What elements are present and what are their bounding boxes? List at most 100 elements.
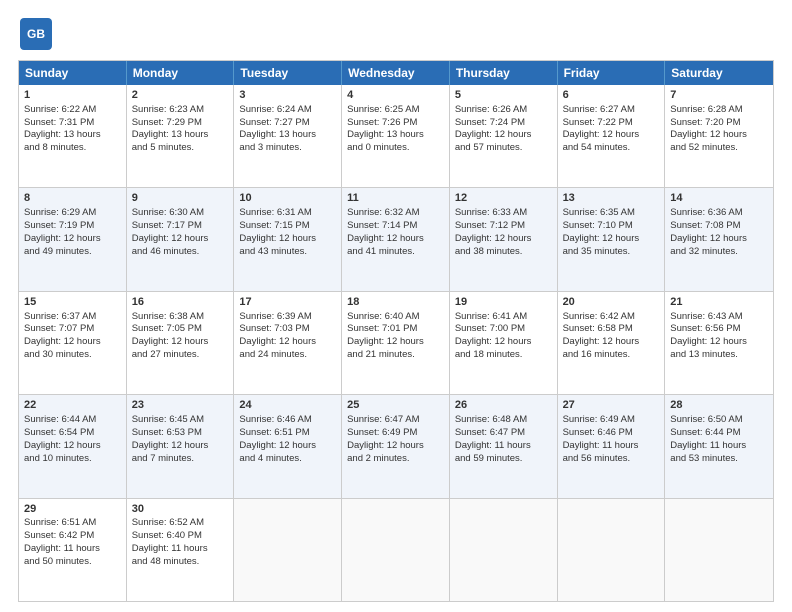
calendar-cell: 10Sunrise: 6:31 AMSunset: 7:15 PMDayligh… [234, 188, 342, 290]
day-info: and 27 minutes. [132, 349, 229, 362]
calendar-header: SundayMondayTuesdayWednesdayThursdayFrid… [19, 61, 773, 85]
day-number: 29 [24, 502, 121, 517]
header: GB [18, 16, 774, 52]
calendar-week-row: 15Sunrise: 6:37 AMSunset: 7:07 PMDayligh… [19, 291, 773, 394]
day-info: Sunrise: 6:26 AM [455, 104, 552, 117]
day-info: Sunset: 7:24 PM [455, 117, 552, 130]
day-info: Sunset: 7:22 PM [563, 117, 660, 130]
day-info: Daylight: 11 hours [24, 543, 121, 556]
day-info: and 50 minutes. [24, 556, 121, 569]
calendar-cell: 14Sunrise: 6:36 AMSunset: 7:08 PMDayligh… [665, 188, 773, 290]
calendar-cell: 8Sunrise: 6:29 AMSunset: 7:19 PMDaylight… [19, 188, 127, 290]
day-info: Sunrise: 6:51 AM [24, 517, 121, 530]
calendar-cell [558, 499, 666, 601]
day-number: 10 [239, 191, 336, 206]
day-number: 22 [24, 398, 121, 413]
day-info: Sunset: 7:01 PM [347, 323, 444, 336]
day-info: Sunset: 6:54 PM [24, 427, 121, 440]
weekday-header: Thursday [450, 61, 558, 85]
day-info: Daylight: 12 hours [132, 336, 229, 349]
day-number: 25 [347, 398, 444, 413]
day-number: 7 [670, 88, 768, 103]
calendar-week-row: 8Sunrise: 6:29 AMSunset: 7:19 PMDaylight… [19, 187, 773, 290]
day-info: Sunset: 6:58 PM [563, 323, 660, 336]
day-info: Sunset: 7:00 PM [455, 323, 552, 336]
day-number: 19 [455, 295, 552, 310]
day-info: Daylight: 12 hours [347, 233, 444, 246]
day-info: Daylight: 12 hours [455, 233, 552, 246]
day-info: Sunset: 7:10 PM [563, 220, 660, 233]
day-number: 2 [132, 88, 229, 103]
weekday-header: Tuesday [234, 61, 342, 85]
day-info: Sunrise: 6:28 AM [670, 104, 768, 117]
weekday-header: Wednesday [342, 61, 450, 85]
day-info: Daylight: 12 hours [132, 233, 229, 246]
calendar-cell: 29Sunrise: 6:51 AMSunset: 6:42 PMDayligh… [19, 499, 127, 601]
day-info: Daylight: 12 hours [239, 336, 336, 349]
day-info: and 54 minutes. [563, 142, 660, 155]
day-info: and 8 minutes. [24, 142, 121, 155]
day-info: Daylight: 11 hours [455, 440, 552, 453]
calendar-cell [665, 499, 773, 601]
day-info: Daylight: 12 hours [132, 440, 229, 453]
calendar-cell: 6Sunrise: 6:27 AMSunset: 7:22 PMDaylight… [558, 85, 666, 187]
day-info: and 53 minutes. [670, 453, 768, 466]
day-info: Sunset: 6:47 PM [455, 427, 552, 440]
day-info: Sunrise: 6:49 AM [563, 414, 660, 427]
day-info: Daylight: 12 hours [455, 336, 552, 349]
calendar-cell: 4Sunrise: 6:25 AMSunset: 7:26 PMDaylight… [342, 85, 450, 187]
day-info: Daylight: 12 hours [670, 336, 768, 349]
day-info: Sunrise: 6:31 AM [239, 207, 336, 220]
day-info: Sunset: 7:12 PM [455, 220, 552, 233]
day-info: Sunset: 6:56 PM [670, 323, 768, 336]
calendar-week-row: 22Sunrise: 6:44 AMSunset: 6:54 PMDayligh… [19, 394, 773, 497]
calendar-cell: 21Sunrise: 6:43 AMSunset: 6:56 PMDayligh… [665, 292, 773, 394]
day-number: 18 [347, 295, 444, 310]
day-info: Sunrise: 6:40 AM [347, 311, 444, 324]
day-info: Sunset: 7:05 PM [132, 323, 229, 336]
calendar-cell: 11Sunrise: 6:32 AMSunset: 7:14 PMDayligh… [342, 188, 450, 290]
logo: GB [18, 16, 58, 52]
day-info: Sunset: 7:07 PM [24, 323, 121, 336]
day-info: Sunrise: 6:38 AM [132, 311, 229, 324]
day-info: Daylight: 12 hours [239, 440, 336, 453]
day-info: and 16 minutes. [563, 349, 660, 362]
day-info: Sunrise: 6:41 AM [455, 311, 552, 324]
day-info: Sunrise: 6:24 AM [239, 104, 336, 117]
calendar-cell: 3Sunrise: 6:24 AMSunset: 7:27 PMDaylight… [234, 85, 342, 187]
day-info: Daylight: 13 hours [24, 129, 121, 142]
calendar-cell: 30Sunrise: 6:52 AMSunset: 6:40 PMDayligh… [127, 499, 235, 601]
day-info: Daylight: 12 hours [347, 440, 444, 453]
day-info: Sunrise: 6:42 AM [563, 311, 660, 324]
day-info: Daylight: 12 hours [239, 233, 336, 246]
day-info: Daylight: 12 hours [670, 129, 768, 142]
day-info: Sunset: 7:14 PM [347, 220, 444, 233]
day-info: and 13 minutes. [670, 349, 768, 362]
day-info: Sunset: 7:26 PM [347, 117, 444, 130]
day-info: and 0 minutes. [347, 142, 444, 155]
day-info: and 2 minutes. [347, 453, 444, 466]
calendar-cell: 26Sunrise: 6:48 AMSunset: 6:47 PMDayligh… [450, 395, 558, 497]
day-info: Sunrise: 6:33 AM [455, 207, 552, 220]
day-info: Daylight: 13 hours [239, 129, 336, 142]
calendar: SundayMondayTuesdayWednesdayThursdayFrid… [18, 60, 774, 602]
day-info: and 3 minutes. [239, 142, 336, 155]
calendar-cell: 22Sunrise: 6:44 AMSunset: 6:54 PMDayligh… [19, 395, 127, 497]
calendar-week-row: 29Sunrise: 6:51 AMSunset: 6:42 PMDayligh… [19, 498, 773, 601]
day-info: and 7 minutes. [132, 453, 229, 466]
day-info: and 43 minutes. [239, 246, 336, 259]
day-info: Daylight: 11 hours [132, 543, 229, 556]
day-info: Sunrise: 6:50 AM [670, 414, 768, 427]
day-info: Sunrise: 6:37 AM [24, 311, 121, 324]
day-number: 4 [347, 88, 444, 103]
day-info: Daylight: 13 hours [132, 129, 229, 142]
day-info: and 32 minutes. [670, 246, 768, 259]
calendar-cell: 19Sunrise: 6:41 AMSunset: 7:00 PMDayligh… [450, 292, 558, 394]
day-info: Sunset: 7:17 PM [132, 220, 229, 233]
calendar-cell: 1Sunrise: 6:22 AMSunset: 7:31 PMDaylight… [19, 85, 127, 187]
day-info: Daylight: 12 hours [24, 336, 121, 349]
calendar-cell: 23Sunrise: 6:45 AMSunset: 6:53 PMDayligh… [127, 395, 235, 497]
day-number: 3 [239, 88, 336, 103]
day-number: 26 [455, 398, 552, 413]
day-info: Daylight: 12 hours [670, 233, 768, 246]
